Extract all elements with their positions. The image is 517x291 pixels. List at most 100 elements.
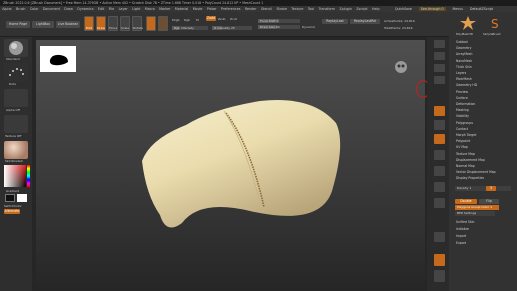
persp-button[interactable] — [434, 106, 445, 116]
simplebrush-s-icon: S — [491, 17, 499, 31]
alternate-button[interactable]: Alternate — [4, 209, 20, 214]
zoom2d-button[interactable] — [434, 64, 445, 72]
bottom-item-initialize[interactable]: Initialize — [456, 227, 469, 231]
focal-shift-slider[interactable]: Focal Shift 0 — [258, 19, 300, 23]
stroke-label: Dots — [9, 82, 16, 86]
color-swatch-icon[interactable] — [158, 16, 168, 31]
xpose-button[interactable] — [434, 270, 445, 282]
local-button[interactable] — [434, 134, 445, 144]
actual-button[interactable] — [434, 76, 445, 84]
rotate-view-button[interactable] — [434, 198, 445, 208]
tool-subpalette-texture-map[interactable]: Texture Map — [456, 152, 475, 156]
move-view-button[interactable] — [434, 166, 445, 176]
zcut-toggle[interactable]: Zcut — [230, 17, 237, 21]
polygroups-display[interactable]: Polygons Group Color 1 — [455, 205, 499, 210]
live-boolean-button[interactable]: Live Boolean — [56, 21, 80, 28]
mrgb-toggle[interactable]: Mrgb — [172, 18, 180, 22]
total-points-readout: TotalPoints: 24,816 — [384, 26, 413, 30]
bpr-level-button[interactable]: 3 — [486, 186, 496, 191]
m-toggle[interactable]: M — [196, 18, 199, 22]
tool-subpalette-morph-target[interactable]: Morph Target — [456, 133, 476, 137]
move-button[interactable]: Move — [108, 16, 118, 31]
zsub-toggle[interactable]: Zsub — [218, 17, 225, 21]
polymesh-star-icon — [460, 16, 476, 30]
texture-thumbnail[interactable] — [4, 115, 28, 133]
tool-subpalette-nanomesh[interactable]: NanoMesh — [456, 59, 472, 63]
switch-color-button[interactable]: SwitchColor — [4, 204, 22, 208]
frame-button[interactable] — [434, 150, 445, 160]
default-script-button[interactable]: DefaultZScript — [470, 7, 493, 11]
quicksave-button[interactable]: QuickSave — [395, 7, 412, 11]
flip-button[interactable]: Flip — [479, 199, 499, 204]
material-label: SkinShade4 — [5, 159, 23, 163]
material-sphere-icon[interactable] — [146, 16, 156, 31]
brush-thumbnail[interactable] — [4, 39, 28, 57]
tool-subpalette-polypaint[interactable]: Polypaint — [456, 139, 470, 143]
bottom-item-unified-skin[interactable]: Unified Skin — [456, 220, 474, 224]
rgb-intensity-slider[interactable]: Rgb Intensity — [172, 26, 208, 30]
double-button[interactable]: Double — [455, 199, 477, 204]
bpr-settings-button[interactable]: BPR Settings — [455, 211, 495, 216]
bottom-item-export[interactable]: Export — [456, 241, 466, 245]
tool-subpalette-geometry[interactable]: Geometry — [456, 46, 471, 50]
secondary-color-swatch[interactable] — [17, 194, 27, 202]
tool-subpalette-layers[interactable]: Layers — [456, 71, 466, 75]
simplebrush-thumbnail[interactable]: S — [483, 14, 509, 32]
replay-last-rel-button[interactable]: ReplayLastRel — [350, 19, 380, 24]
rotate-button[interactable]: Rotate — [132, 16, 143, 31]
navigator-preview — [40, 46, 76, 72]
seethrough-slider[interactable]: See-through 0 — [418, 7, 446, 11]
dynamic-toggle[interactable]: Dynamic — [302, 25, 315, 29]
tool-subpalette-deformation[interactable]: Deformation — [456, 102, 475, 106]
tool-subpalette-contact[interactable]: Contact — [456, 127, 468, 131]
tool-subpalette-masking[interactable]: Masking — [456, 108, 469, 112]
color-picker[interactable] — [4, 165, 26, 187]
tool-subpalette-surface[interactable]: Surface — [456, 96, 468, 100]
navigation-gizmo-icon[interactable] — [390, 56, 412, 78]
tool-subpalette-arraymesh[interactable]: ArrayMesh — [456, 52, 472, 56]
hue-strip[interactable] — [27, 165, 30, 187]
dots-stroke-icon — [9, 68, 24, 76]
zoom3d-button[interactable] — [434, 182, 445, 192]
scale-button[interactable]: Scale — [120, 16, 130, 31]
tool-subpalette-polygroups[interactable]: Polygroups — [456, 121, 473, 125]
draw-button[interactable]: Draw — [96, 16, 106, 31]
material-thumbnail[interactable] — [4, 141, 28, 159]
solo-button[interactable] — [434, 254, 445, 266]
pillow-model[interactable] — [130, 95, 350, 235]
polyf-button[interactable] — [434, 232, 445, 242]
lightbox-button[interactable]: LightBox — [32, 21, 54, 28]
tool-subpalette-vector-displacement-map[interactable]: Vector Displacement Map — [456, 170, 496, 174]
replay-last-button[interactable]: ReplayLast — [322, 19, 348, 24]
tool-subpalette-geometry-hd[interactable]: Geometry HD — [456, 83, 477, 87]
gradient-label: Gradient — [6, 189, 20, 193]
tool-subpalette-subtool[interactable]: Subtool — [456, 40, 468, 44]
tool-subpalette-preview[interactable]: Preview — [456, 90, 468, 94]
spix-button[interactable] — [434, 52, 445, 60]
edit-label: Edit — [86, 26, 92, 30]
alpha-thumbnail[interactable] — [4, 89, 28, 107]
menus-button[interactable]: Menus — [453, 7, 463, 11]
draw-size-slider[interactable]: Draw Size 64 — [258, 25, 300, 29]
tool-subpalette-visibility[interactable]: Visibility — [456, 114, 469, 118]
tool-name-2: SimpleBrush — [483, 32, 501, 36]
polymesh-thumbnail[interactable] — [455, 14, 481, 32]
main-color-swatch[interactable] — [5, 194, 15, 202]
tool-subpalette-fibermesh[interactable]: FiberMesh — [456, 77, 472, 81]
density-slider[interactable]: Density 1 — [455, 186, 511, 191]
tool-subpalette-display-properties[interactable]: Display Properties — [456, 176, 484, 180]
active-points-readout: ActivePoints: 24,816 — [384, 19, 415, 23]
home-page-button[interactable]: Home Page — [6, 21, 30, 28]
tool-subpalette-normal-map[interactable]: Normal Map — [456, 164, 475, 168]
z-intensity-slider[interactable]: Z Intensity 25 — [212, 26, 252, 30]
zadd-toggle[interactable]: Zadd — [206, 16, 216, 21]
floor-button[interactable] — [434, 120, 445, 130]
rgb-toggle[interactable]: Rgb — [184, 18, 190, 22]
tool-subpalette-uv-map[interactable]: UV Map — [456, 145, 468, 149]
stroke-thumbnail[interactable] — [4, 63, 28, 81]
tool-subpalette-displacement-map[interactable]: Displacement Map — [456, 158, 485, 162]
bpr-button[interactable] — [434, 40, 445, 48]
bottom-item-import[interactable]: Import — [456, 234, 466, 238]
tool-subpalette-thick-skin[interactable]: Thick Skin — [456, 65, 472, 69]
edit-button[interactable]: Edit — [84, 16, 94, 31]
